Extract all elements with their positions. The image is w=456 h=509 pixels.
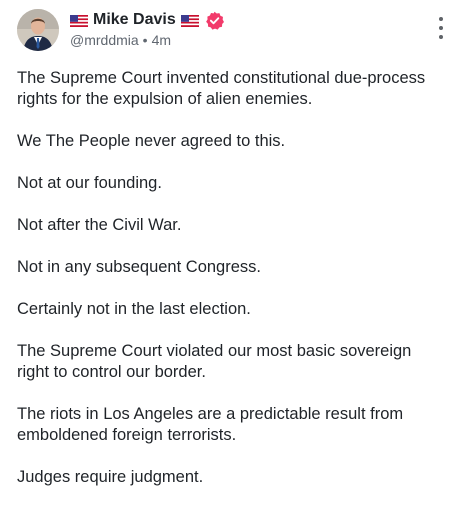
post-paragraph: Not after the Civil War. xyxy=(17,216,182,234)
post-paragraph: We The People never agreed to this. xyxy=(17,132,286,150)
more-vertical-icon[interactable] xyxy=(436,17,446,39)
avatar[interactable] xyxy=(17,9,59,51)
us-flag-icon xyxy=(180,14,199,27)
post-paragraph: Judges require judgment. xyxy=(17,468,204,486)
post-card: Mike Davis @mrddmia • 4m The Supreme Cou… xyxy=(0,0,456,500)
post-body: The Supreme Court invented constitutiona… xyxy=(17,68,442,509)
author-handle[interactable]: @mrddmia xyxy=(70,32,139,48)
author-name[interactable]: Mike Davis xyxy=(93,11,176,29)
us-flag-icon xyxy=(70,14,88,27)
meta-separator: • xyxy=(142,32,148,48)
author-name-row: Mike Davis xyxy=(70,10,224,30)
author-meta: @mrddmia • 4m xyxy=(70,32,171,48)
verified-badge-icon xyxy=(205,11,224,30)
post-header: Mike Davis @mrddmia • 4m xyxy=(17,9,443,53)
post-time[interactable]: 4m xyxy=(152,32,171,48)
post-paragraph: The Supreme Court violated our most basi… xyxy=(17,342,412,381)
post-paragraph: Certainly not in the last election. xyxy=(17,300,251,318)
post-paragraph: The riots in Los Angeles are a predictab… xyxy=(17,405,404,444)
post-paragraph: Not at our founding. xyxy=(17,174,162,192)
post-paragraph: Not in any subsequent Congress. xyxy=(17,258,261,276)
post-paragraph: The Supreme Court invented constitutiona… xyxy=(17,69,426,108)
